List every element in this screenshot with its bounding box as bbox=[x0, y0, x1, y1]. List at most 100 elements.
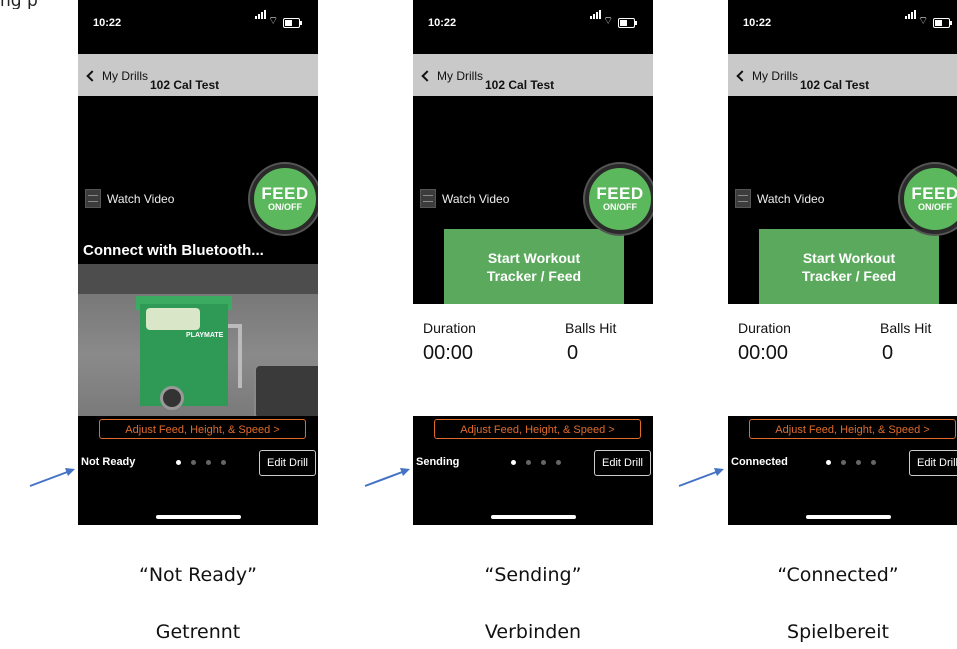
balls-hit-value: 0 bbox=[882, 342, 894, 364]
film-icon bbox=[735, 189, 751, 208]
start-workout-button[interactable]: Start Workout Tracker / Feed bbox=[444, 229, 624, 304]
status-bar: 10:22 ⌔ bbox=[78, 0, 318, 54]
caption-status-en: “Connected” bbox=[777, 564, 899, 586]
back-button[interactable]: My Drills bbox=[420, 67, 483, 85]
page-dots bbox=[176, 460, 236, 465]
edit-drill-button[interactable]: Edit Drill bbox=[909, 450, 957, 476]
back-label: My Drills bbox=[102, 69, 148, 83]
watch-video-label: Watch Video bbox=[757, 191, 825, 206]
phone-screen-sending: 10:22 ⌔ My Drills 102 Cal Test Watch Vid… bbox=[413, 0, 653, 525]
wifi-icon: ⌔ bbox=[603, 15, 614, 27]
page-dot-active[interactable] bbox=[176, 460, 181, 465]
feed-toggle-button[interactable]: FEED ON/OFF bbox=[250, 164, 318, 234]
status-bar: 10:22 ⌔ bbox=[413, 0, 653, 54]
connect-bluetooth-text: Connect with Bluetooth... bbox=[83, 242, 264, 259]
adjust-feed-button[interactable]: Adjust Feed, Height, & Speed > bbox=[749, 419, 956, 439]
caption-status-de: Getrennt bbox=[155, 621, 241, 643]
phone-screen-not-ready: 10:22 ⌔ My Drills 102 Cal Test Watch Vid… bbox=[78, 0, 318, 525]
duration-label: Duration bbox=[738, 320, 791, 336]
home-indicator[interactable] bbox=[491, 515, 576, 519]
status-icons: ⌔ bbox=[255, 10, 307, 29]
page-dot[interactable] bbox=[221, 460, 226, 465]
chevron-left-icon bbox=[736, 70, 748, 82]
fence-shape bbox=[78, 264, 318, 294]
watch-video-label: Watch Video bbox=[107, 191, 175, 206]
status-time: 10:22 bbox=[93, 17, 122, 29]
page-dot[interactable] bbox=[841, 460, 846, 465]
feed-toggle-button[interactable]: FEED ON/OFF bbox=[900, 164, 957, 234]
page-dot[interactable] bbox=[206, 460, 211, 465]
arrow-icon bbox=[364, 468, 410, 487]
duration-label: Duration bbox=[423, 320, 476, 336]
feed-label: FEED bbox=[596, 184, 644, 203]
balls-hit-value: 0 bbox=[567, 342, 579, 364]
film-icon bbox=[85, 189, 101, 208]
cart-balls-shape bbox=[146, 308, 200, 330]
film-icon bbox=[420, 189, 436, 208]
connection-status: Sending bbox=[416, 456, 460, 468]
page-dot-active[interactable] bbox=[826, 460, 831, 465]
back-button[interactable]: My Drills bbox=[85, 67, 148, 85]
back-button[interactable]: My Drills bbox=[735, 67, 798, 85]
wifi-icon: ⌔ bbox=[268, 15, 279, 27]
arrow-icon bbox=[29, 468, 75, 487]
stats-panel: Duration Balls Hit 00:00 0 bbox=[413, 304, 653, 416]
edit-drill-button[interactable]: Edit Drill bbox=[594, 450, 651, 476]
start-workout-line2: Tracker / Feed bbox=[801, 268, 897, 284]
back-label: My Drills bbox=[752, 69, 798, 83]
page-dot[interactable] bbox=[856, 460, 861, 465]
adjust-feed-button[interactable]: Adjust Feed, Height, & Speed > bbox=[99, 419, 306, 439]
wifi-icon: ⌔ bbox=[918, 15, 929, 27]
caption-status-en: “Not Ready” bbox=[139, 564, 257, 586]
duration-value: 00:00 bbox=[738, 342, 789, 364]
duration-value: 00:00 bbox=[423, 342, 474, 364]
back-label: My Drills bbox=[437, 69, 483, 83]
page-dot[interactable] bbox=[526, 460, 531, 465]
drill-title: 102 Cal Test bbox=[800, 78, 870, 92]
feed-label: FEED bbox=[261, 184, 309, 203]
battery-icon bbox=[933, 18, 952, 28]
page-dot[interactable] bbox=[556, 460, 561, 465]
feed-label: FEED bbox=[911, 184, 957, 203]
drill-title: 102 Cal Test bbox=[485, 78, 555, 92]
status-icons: ⌔ bbox=[590, 10, 642, 29]
page-dot-active[interactable] bbox=[511, 460, 516, 465]
watch-video-button[interactable]: Watch Video bbox=[420, 189, 509, 208]
start-workout-line1: Start Workout bbox=[487, 250, 581, 266]
caption-status-de: Verbinden bbox=[484, 621, 582, 643]
start-workout-line1: Start Workout bbox=[802, 250, 896, 266]
page-dot[interactable] bbox=[871, 460, 876, 465]
edit-drill-button[interactable]: Edit Drill bbox=[259, 450, 316, 476]
status-time: 10:22 bbox=[428, 17, 457, 29]
page-dot[interactable] bbox=[191, 460, 196, 465]
feed-toggle-button[interactable]: FEED ON/OFF bbox=[585, 164, 653, 234]
chevron-left-icon bbox=[421, 70, 433, 82]
nav-bar: My Drills 102 Cal Test bbox=[728, 54, 957, 96]
connection-status: Not Ready bbox=[81, 456, 136, 468]
cart-logo: PLAYMATE bbox=[186, 332, 224, 339]
caption-status-en: “Sending” bbox=[484, 564, 582, 586]
status-bar: 10:22 ⌔ bbox=[728, 0, 957, 54]
top-text-fragment: ng p bbox=[0, 0, 80, 9]
page-dot[interactable] bbox=[541, 460, 546, 465]
balls-hit-label: Balls Hit bbox=[565, 320, 617, 336]
start-workout-button[interactable]: Start Workout Tracker / Feed bbox=[759, 229, 939, 304]
page-dots bbox=[511, 460, 571, 465]
status-time: 10:22 bbox=[743, 17, 772, 29]
nav-bar: My Drills 102 Cal Test bbox=[78, 54, 318, 96]
stats-panel: Duration Balls Hit 00:00 0 bbox=[728, 304, 957, 416]
start-workout-line2: Tracker / Feed bbox=[486, 268, 582, 284]
court-cart-image: PLAYMATE bbox=[78, 264, 318, 416]
status-icons: ⌔ bbox=[905, 10, 957, 29]
adjust-feed-button[interactable]: Adjust Feed, Height, & Speed > bbox=[434, 419, 641, 439]
arrow-icon bbox=[678, 468, 724, 487]
home-indicator[interactable] bbox=[806, 515, 891, 519]
nav-bar: My Drills 102 Cal Test bbox=[413, 54, 653, 96]
home-indicator[interactable] bbox=[156, 515, 241, 519]
battery-icon bbox=[618, 18, 637, 28]
caption-status-de: Spielbereit bbox=[787, 621, 889, 643]
watch-video-button[interactable]: Watch Video bbox=[735, 189, 824, 208]
drill-title: 102 Cal Test bbox=[150, 78, 220, 92]
cart-handle-shape bbox=[228, 324, 242, 388]
watch-video-button[interactable]: Watch Video bbox=[85, 189, 174, 208]
